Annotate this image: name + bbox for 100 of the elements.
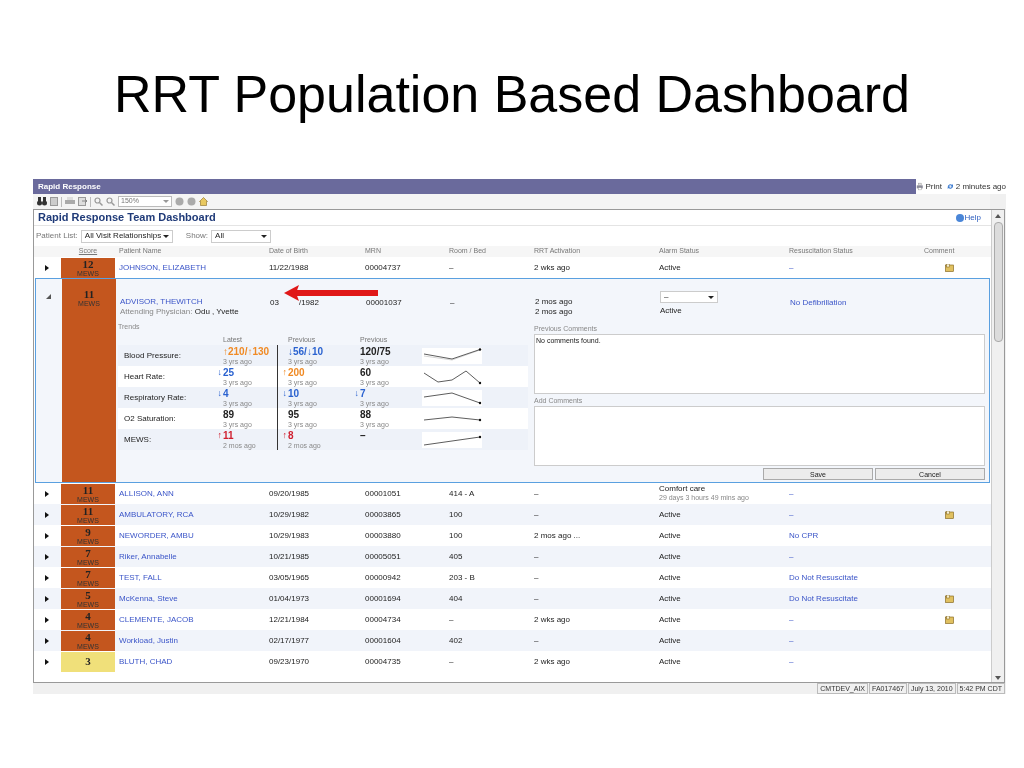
- patient-name-link[interactable]: AMBULATORY, RCA: [117, 508, 267, 521]
- scrollbar-thumb[interactable]: [993, 222, 1003, 342]
- comment-icon[interactable]: [945, 594, 954, 603]
- comment-icon[interactable]: [945, 263, 954, 272]
- table-cell-text: 100: [448, 508, 464, 521]
- comment-icon[interactable]: [945, 510, 954, 519]
- table-cell-text: Active: [659, 656, 682, 667]
- table-cell[interactable]: No Defibrillation: [788, 297, 923, 309]
- trend-arrow: ↑: [217, 430, 222, 440]
- table-cell-text: 00003880: [364, 529, 402, 542]
- table-cell-text: –: [788, 508, 795, 521]
- dashboard-title: Rapid Response Team Dashboard: [38, 210, 216, 226]
- patient-name-link[interactable]: ALLISON, ANN: [117, 487, 267, 500]
- expand-toggle-icon[interactable]: [44, 595, 49, 602]
- table-cell-text: 414 - A: [448, 487, 476, 500]
- filter-label: Show:: [185, 230, 209, 242]
- trend-arrow: ↓: [217, 388, 222, 398]
- zoom-out-icon[interactable]: [106, 197, 115, 206]
- table-cell-text: Active: [659, 635, 682, 646]
- table-cell-text: 402: [448, 634, 464, 647]
- table-cell-text: –: [448, 261, 455, 274]
- caret-icon: [163, 200, 169, 203]
- table-cell-text: 100: [448, 529, 464, 542]
- trend-arrow: ↓: [354, 388, 359, 398]
- vital-label: Heart Rate:: [123, 370, 166, 383]
- comment-icon[interactable]: [945, 615, 954, 624]
- table-cell-text: 00003865: [364, 508, 402, 521]
- expand-toggle-icon[interactable]: [44, 553, 49, 560]
- home-icon[interactable]: [199, 197, 208, 206]
- zoom-in-icon[interactable]: [94, 197, 103, 206]
- table-cell[interactable]: Do Not Resuscitate: [787, 571, 922, 584]
- table-cell-text: Comfort care: [659, 484, 707, 495]
- expand-toggle-icon[interactable]: [44, 511, 49, 518]
- patient-name-link[interactable]: JOHNSON, ELIZABETH: [117, 261, 267, 274]
- circle-icon[interactable]: [175, 197, 184, 206]
- expand-toggle-icon[interactable]: [44, 264, 49, 271]
- table-cell-text: 10/29/1982: [268, 508, 311, 521]
- trend-arrow: ↓: [282, 388, 287, 398]
- expand-toggle-icon[interactable]: [44, 658, 49, 665]
- table-cell-text: 00001604: [364, 634, 402, 647]
- patient-name-link[interactable]: CLEMENTE, JACOB: [117, 613, 267, 626]
- vital-value: 95: [288, 410, 301, 420]
- scrollbar[interactable]: [991, 210, 1004, 682]
- binoculars-icon[interactable]: [37, 197, 47, 206]
- scroll-down-icon[interactable]: [995, 676, 1001, 680]
- vital-value: 4: [223, 389, 230, 399]
- scroll-up-icon[interactable]: [995, 214, 1001, 218]
- help-link[interactable]: Help: [955, 211, 981, 224]
- table-cell-text: Active: [659, 509, 682, 520]
- table-cell-text: 00001051: [364, 487, 402, 500]
- trend-arrow: ↑: [282, 430, 287, 440]
- table-cell-text: 00005051: [364, 550, 402, 563]
- expand-toggle-icon[interactable]: [44, 532, 49, 539]
- slide-title: RRT Population Based Dashboard: [114, 68, 910, 125]
- refresh-time: 2 minutes ago: [955, 180, 1006, 193]
- filter-dropdown[interactable]: All Visit Relationships: [80, 229, 173, 243]
- expand-toggle-icon[interactable]: [44, 637, 49, 644]
- vital-value: 25: [223, 368, 236, 378]
- table-cell-text: –: [788, 487, 795, 500]
- expand-toggle-icon[interactable]: [44, 616, 49, 623]
- expand-toggle-icon[interactable]: [44, 490, 49, 497]
- printer-icon[interactable]: [65, 197, 75, 206]
- add-comment-field[interactable]: [534, 406, 985, 466]
- export-icon[interactable]: [78, 197, 87, 206]
- table-cell-text: –: [788, 634, 795, 647]
- patient-name-link[interactable]: Workload, Justin: [117, 634, 267, 647]
- table-cell[interactable]: No CPR: [787, 529, 922, 542]
- printer-icon[interactable]: [916, 182, 924, 191]
- table-cell-text: 2 wks ago: [533, 613, 572, 626]
- score-value: 4: [85, 610, 91, 622]
- table-cell-text: –: [788, 550, 795, 563]
- alarm-dropdown[interactable]: –: [660, 291, 718, 303]
- print-link[interactable]: Print: [925, 180, 942, 193]
- patient-name-link[interactable]: ADVISOR, THEWITCH: [120, 297, 268, 307]
- table-cell-text: 10/29/1983: [268, 529, 311, 542]
- patient-name-link[interactable]: Riker, Annabelle: [117, 550, 267, 563]
- patient-name-link[interactable]: McKenna, Steve: [117, 592, 267, 605]
- sparkline: [422, 347, 482, 364]
- page-icon[interactable]: [50, 197, 58, 206]
- expand-toggle-icon[interactable]: [45, 294, 51, 299]
- trend-arrow: ↑: [282, 367, 287, 377]
- caret-icon: [261, 234, 268, 238]
- score-value: 3: [85, 656, 91, 667]
- patient-name-link[interactable]: BLUTH, CHAD: [117, 655, 267, 668]
- expand-toggle-icon[interactable]: [44, 574, 49, 581]
- refresh-icon[interactable]: [946, 182, 954, 191]
- table-cell-text: 2 wks ago: [533, 261, 572, 274]
- table-cell-text: 10/21/1985: [268, 550, 311, 563]
- circle-icon[interactable]: [187, 197, 196, 206]
- vital-value: 89: [223, 410, 236, 420]
- table-cell-text: –: [533, 508, 540, 521]
- table-cell-text: –: [448, 613, 455, 626]
- table-cell-text: –: [788, 655, 795, 668]
- table-cell[interactable]: Do Not Resuscitate: [787, 592, 922, 605]
- vital-value: 88: [360, 410, 373, 420]
- patient-name-link[interactable]: NEWORDER, AMBU: [117, 529, 267, 542]
- filter-dropdown[interactable]: All: [211, 229, 272, 243]
- patient-name-link[interactable]: TEST, FALL: [117, 571, 267, 584]
- table-cell-text: –: [533, 592, 540, 605]
- table-cell-text: 12/21/1984: [268, 613, 311, 626]
